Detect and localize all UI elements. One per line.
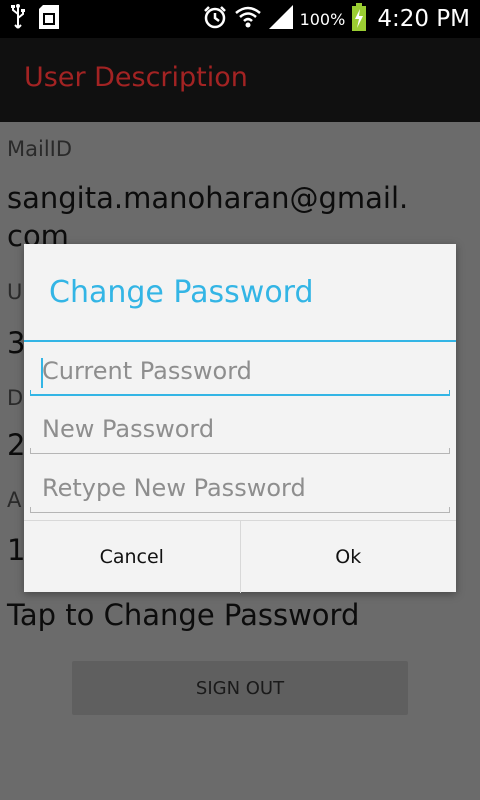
mail-value-line1: sangita.manoharan@gmail. <box>7 181 409 215</box>
retype-password-input[interactable] <box>30 467 450 509</box>
status-bar: 100% 4:20 PM <box>0 0 480 38</box>
change-password-dialog: Change Password Cancel Ok <box>24 244 456 593</box>
status-right-icons: 100% 4:20 PM <box>202 0 470 38</box>
usb-icon <box>10 4 26 34</box>
retype-password-field[interactable] <box>30 467 450 513</box>
sign-out-button[interactable]: SIGN OUT <box>72 661 408 715</box>
status-left-icons <box>10 4 60 34</box>
ok-button[interactable]: Ok <box>239 521 457 593</box>
battery-charging-icon <box>351 3 367 35</box>
new-password-underline <box>30 448 450 454</box>
current-password-field[interactable] <box>30 350 450 396</box>
row2-value: 3 <box>7 326 26 360</box>
signal-icon <box>268 4 294 34</box>
text-cursor <box>41 358 43 388</box>
new-password-field[interactable] <box>30 408 450 454</box>
wifi-icon <box>234 4 262 34</box>
retype-password-underline <box>30 507 450 513</box>
row3-label: D <box>7 386 24 410</box>
action-bar: User Description <box>0 38 480 122</box>
battery-percent: 100% <box>299 9 346 29</box>
alarm-icon <box>202 4 228 34</box>
cancel-button[interactable]: Cancel <box>24 521 240 593</box>
row3-value: 2 <box>7 428 26 462</box>
status-time: 4:20 PM <box>377 6 470 32</box>
sd-card-icon <box>38 4 60 34</box>
current-password-underline <box>30 390 450 396</box>
mail-label: MailID <box>7 137 73 161</box>
dialog-title-divider <box>24 340 456 342</box>
dialog-button-row: Cancel Ok <box>24 520 456 593</box>
current-password-input[interactable] <box>30 350 450 392</box>
row4-label: A <box>7 488 22 512</box>
tap-change-password[interactable]: Tap to Change Password <box>7 598 359 632</box>
new-password-input[interactable] <box>30 408 450 450</box>
row2-label: U <box>7 280 23 304</box>
row4-value: 1 <box>7 533 26 567</box>
app-title: User Description <box>24 62 248 93</box>
dialog-title: Change Password <box>49 275 314 310</box>
